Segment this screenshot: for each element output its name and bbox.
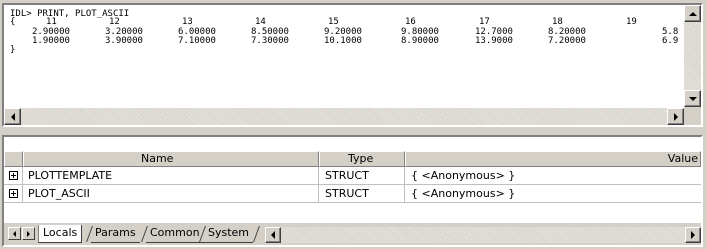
- scroll-right-button[interactable]: [685, 227, 701, 243]
- column-header-value[interactable]: Value: [405, 151, 701, 167]
- tab-common-label: Common: [150, 226, 200, 239]
- variable-type: STRUCT: [325, 187, 369, 200]
- variable-type: STRUCT: [325, 169, 369, 182]
- scroll-right-button[interactable]: [667, 108, 684, 125]
- value-cell: { <Anonymous> }: [405, 167, 701, 185]
- scroll-left-button[interactable]: [4, 108, 21, 125]
- console-value: 13.9000: [475, 36, 513, 46]
- console-value: 12: [109, 17, 120, 27]
- column-header-name-label: Name: [141, 152, 174, 165]
- console-horizontal-scrollbar[interactable]: [4, 108, 684, 125]
- tab-scroll-right-button[interactable]: [22, 227, 35, 240]
- type-cell: STRUCT: [319, 185, 405, 203]
- value-cell: { <Anonymous> }: [405, 185, 701, 203]
- arrow-right-icon: [673, 112, 678, 121]
- column-header-value-label: Value: [667, 152, 698, 165]
- tab-locals[interactable]: Locals: [38, 225, 83, 243]
- name-cell: PLOTTEMPLATE: [23, 167, 319, 185]
- console-output-text: IDL> PRINT, PLOT_ASCII { 11 12 13 14 15 …: [10, 9, 679, 107]
- console-value: 10.1000: [324, 36, 362, 46]
- arrow-right-icon: [691, 231, 695, 239]
- type-cell: STRUCT: [319, 167, 405, 185]
- expander-cell: [4, 185, 23, 203]
- variable-name: PLOTTEMPLATE: [28, 169, 113, 182]
- console-value: 11: [46, 17, 57, 27]
- column-header-type[interactable]: Type: [319, 151, 405, 167]
- console-vertical-scrollbar[interactable]: [684, 5, 701, 107]
- name-cell: PLOT_ASCII: [23, 185, 319, 203]
- console-value: 14: [255, 17, 266, 27]
- console-value: 18: [552, 17, 563, 27]
- scrollbar-corner: [684, 107, 701, 125]
- console-value: 16: [405, 17, 416, 27]
- console-value: 19: [626, 17, 637, 27]
- table-row[interactable]: PLOT_ASCII STRUCT { <Anonymous> }: [4, 185, 701, 203]
- scroll-up-button[interactable]: [684, 5, 701, 22]
- console-value: 6.9: [662, 36, 679, 46]
- console-value: 1.90000: [32, 36, 70, 46]
- arrow-left-icon: [13, 230, 16, 237]
- arrow-left-icon: [271, 231, 275, 239]
- console-value: 13: [182, 17, 193, 27]
- console-value: 7.20000: [548, 36, 586, 46]
- arrow-right-icon: [27, 230, 30, 237]
- scroll-left-button[interactable]: [265, 227, 281, 243]
- tab-locals-label: Locals: [43, 226, 78, 239]
- console-line: {: [10, 17, 16, 27]
- table-row[interactable]: PLOTTEMPLATE STRUCT { <Anonymous> }: [4, 167, 701, 185]
- expand-plus-icon[interactable]: [9, 189, 18, 198]
- pane-splitter[interactable]: [0, 128, 707, 134]
- variable-value: { <Anonymous> }: [411, 187, 516, 200]
- tab-divider: [253, 226, 260, 242]
- tab-strip: Locals Params Common System: [4, 223, 701, 245]
- tab-params[interactable]: Params: [91, 225, 140, 243]
- output-console[interactable]: IDL> PRINT, PLOT_ASCII { 11 12 13 14 15 …: [2, 3, 703, 127]
- column-header-type-label: Type: [348, 152, 374, 165]
- console-line: }: [10, 45, 16, 55]
- console-value: 8.90000: [401, 36, 439, 46]
- tab-scroll-left-button[interactable]: [8, 227, 21, 240]
- column-header-name[interactable]: Name: [23, 151, 319, 167]
- expand-plus-icon[interactable]: [9, 171, 18, 180]
- tab-params-label: Params: [95, 226, 136, 239]
- console-value: 17: [479, 17, 490, 27]
- scroll-down-button[interactable]: [684, 90, 701, 107]
- console-value: 15: [328, 17, 339, 27]
- console-value: 7.30000: [251, 36, 289, 46]
- tab-system[interactable]: System: [204, 225, 254, 243]
- column-header-expander[interactable]: [4, 151, 23, 167]
- expander-cell: [4, 167, 23, 185]
- variable-value: { <Anonymous> }: [411, 169, 516, 182]
- tab-system-label: System: [208, 226, 250, 239]
- tab-common[interactable]: Common: [146, 225, 204, 243]
- console-value: 3.90000: [105, 36, 143, 46]
- variable-name: PLOT_ASCII: [28, 187, 90, 200]
- variables-horizontal-scrollbar[interactable]: [265, 227, 701, 243]
- arrow-down-icon: [688, 96, 697, 101]
- arrow-up-icon: [688, 11, 697, 16]
- variables-pane: Name Type Value PLOTTEMPLATE STRUCT { <A…: [2, 135, 703, 247]
- console-value: 7.10000: [178, 36, 216, 46]
- arrow-left-icon: [10, 112, 15, 121]
